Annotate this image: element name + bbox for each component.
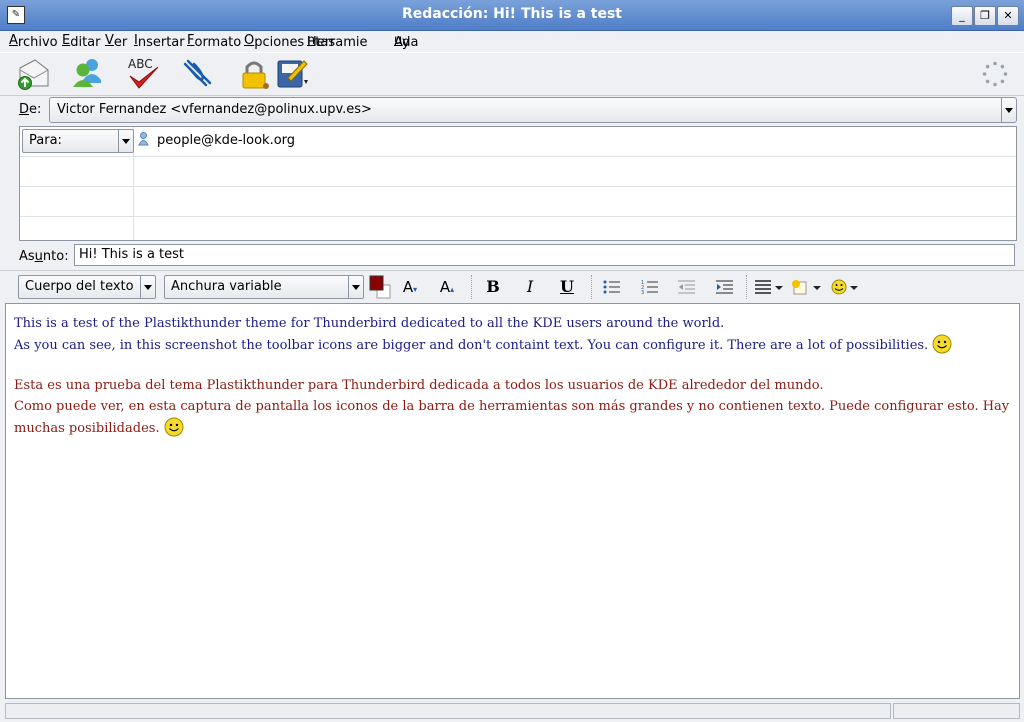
subject-input[interactable]: Hi! This is a test	[74, 244, 1015, 266]
font-select[interactable]: Anchura variable	[164, 275, 364, 299]
address-type-label: Para:	[29, 133, 62, 148]
font-value: Anchura variable	[171, 279, 282, 294]
person-icon	[138, 132, 149, 146]
window-title: Redacción: Hi! This is a test	[401, 6, 623, 22]
menu-herramientas[interactable]: Herramie n tas	[307, 33, 367, 50]
main-toolbar: ABC	[0, 52, 1024, 96]
align-icon[interactable]	[755, 279, 785, 295]
recipient-row[interactable]	[20, 187, 1016, 217]
format-toolbar: Cuerpo del texto Anchura variable A▾ A▴ …	[0, 270, 1024, 303]
from-label: De:	[19, 102, 42, 117]
font-smaller-icon[interactable]: A▾	[399, 277, 421, 297]
smiley-menu-icon[interactable]	[830, 277, 860, 297]
insert-icon[interactable]	[791, 277, 823, 297]
message-body-editor[interactable]: This is a test of the Plastikthunder the…	[5, 303, 1020, 699]
body-spanish-line-2: Como puede ver, en esta captura de panta…	[14, 399, 1010, 437]
smiley-icon	[164, 417, 184, 437]
from-value: Victor Fernandez <vfernandez@polinux.upv…	[57, 102, 372, 117]
toolbar-separator	[471, 275, 473, 299]
recipient-row[interactable]	[20, 157, 1016, 187]
paragraph-style-value: Cuerpo del texto	[25, 279, 134, 294]
menu-ver[interactable]: Ver	[105, 33, 127, 50]
body-english-line-2: As you can see, in this screenshot the t…	[14, 334, 1011, 356]
spellcheck-icon[interactable]: ABC	[125, 56, 161, 92]
chevron-down-icon[interactable]	[140, 276, 155, 298]
indent-icon[interactable]	[716, 279, 734, 295]
menu-ayuda[interactable]: Ay u da	[394, 33, 418, 50]
chevron-down-icon[interactable]	[1001, 98, 1016, 122]
subject-value: Hi! This is a test	[79, 247, 185, 262]
recipient-address: people@kde-look.org	[157, 133, 296, 148]
underline-button[interactable]: U	[556, 277, 578, 297]
body-spanish-line-1: Esta es una prueba del tema Plastikthund…	[14, 378, 824, 393]
from-select[interactable]: Victor Fernandez <vfernandez@polinux.upv…	[49, 97, 1017, 123]
italic-button[interactable]: I	[519, 277, 541, 297]
title-bar: ✎ Redacción: Hi! This is a test _ ❐ ✕	[0, 0, 1024, 31]
close-button[interactable]: ✕	[997, 6, 1019, 26]
paragraph-style-select[interactable]: Cuerpo del texto	[18, 275, 156, 299]
chevron-down-icon[interactable]	[118, 130, 133, 152]
body-english-line-1: This is a test of the Plastikthunder the…	[14, 316, 725, 331]
bullet-list-icon[interactable]	[603, 279, 621, 295]
svg-text:3: 3	[641, 290, 644, 295]
attach-icon[interactable]	[180, 56, 216, 92]
recipient-grid: Para: people@kde-look.org	[19, 126, 1017, 241]
menu-archivo[interactable]: Archivo	[9, 33, 58, 50]
status-progress	[893, 703, 1020, 719]
maximize-button[interactable]: ❐	[974, 6, 996, 26]
send-icon[interactable]	[15, 56, 51, 92]
menu-opciones[interactable]: Opciones	[244, 33, 304, 50]
status-bar	[5, 703, 891, 719]
text-color-icon[interactable]	[369, 275, 391, 299]
bold-button[interactable]: B	[482, 277, 504, 297]
security-lock-icon[interactable]	[236, 56, 272, 92]
save-icon[interactable]	[274, 56, 310, 92]
contacts-icon[interactable]	[70, 56, 106, 92]
menu-formato[interactable]: Formato	[187, 33, 241, 50]
toolbar-separator	[746, 275, 748, 299]
menu-editar[interactable]: Editar	[62, 33, 101, 50]
menu-insertar[interactable]: Insertar	[134, 33, 185, 50]
smiley-icon	[932, 334, 952, 354]
toolbar-separator	[591, 275, 593, 299]
address-type-select[interactable]: Para:	[22, 129, 134, 153]
recipient-row[interactable]	[20, 217, 1016, 246]
chevron-down-icon[interactable]	[348, 276, 363, 298]
throbber-icon	[982, 61, 1008, 87]
subject-label: Asunto:	[19, 249, 69, 264]
numbered-list-icon[interactable]: 123	[641, 279, 659, 295]
recipient-entry[interactable]: people@kde-look.org	[138, 132, 295, 148]
minimize-button[interactable]: _	[951, 6, 973, 26]
outdent-icon[interactable]	[678, 279, 696, 295]
menu-bar: Archivo Editar Ver Insertar Formato Opci…	[0, 31, 1024, 51]
svg-text:ABC: ABC	[128, 57, 153, 71]
font-larger-icon[interactable]: A▴	[436, 277, 458, 297]
